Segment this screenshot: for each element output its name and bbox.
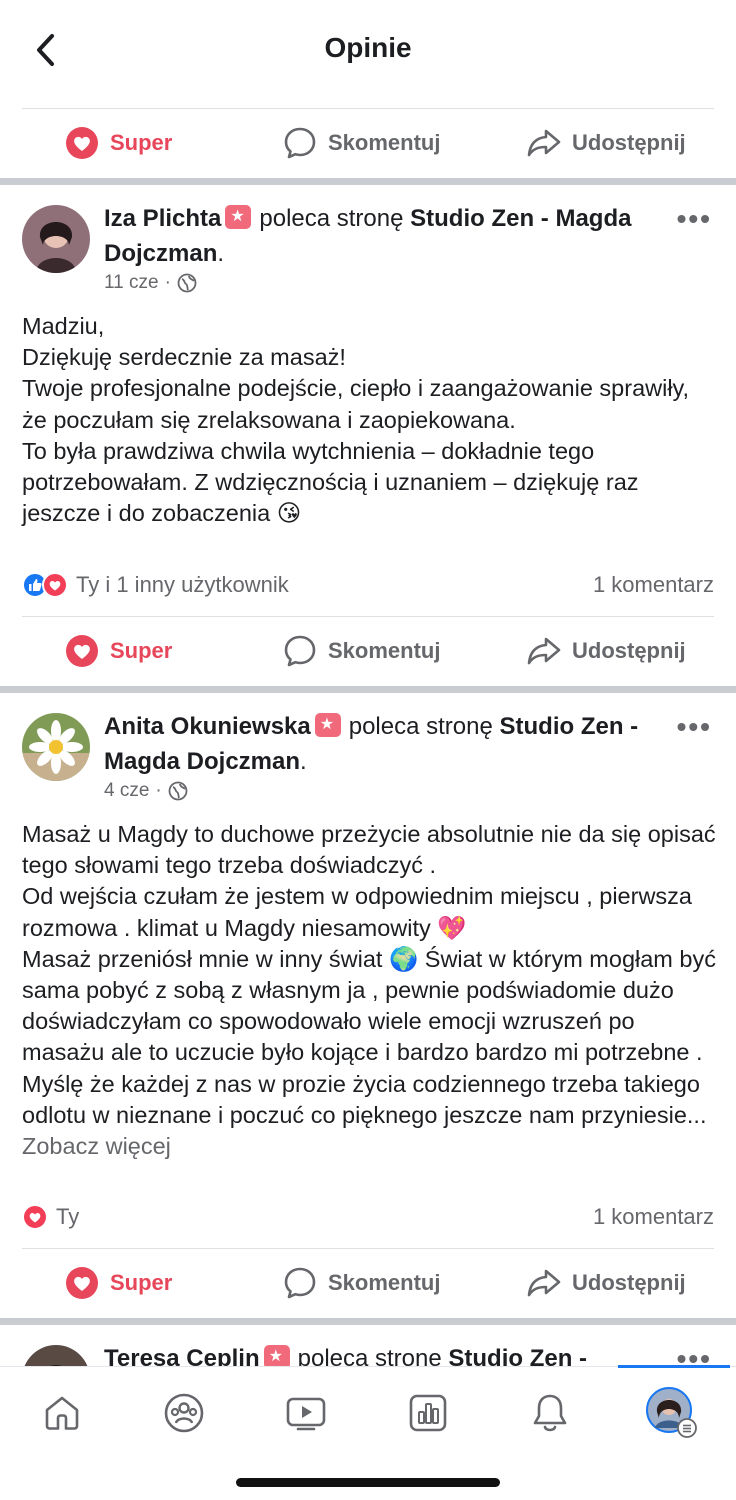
dashboard-icon [409, 1394, 447, 1432]
more-options-icon[interactable]: ••• [677, 1343, 712, 1366]
comments-count[interactable]: 1 komentarz [593, 572, 714, 598]
home-indicator [236, 1478, 500, 1487]
tab-video[interactable] [276, 1385, 336, 1441]
heart-icon [64, 1265, 100, 1301]
comment-label: Skomentuj [328, 638, 441, 663]
review-text: Madziu, Dziękuję serdecznie za masaż! Tw… [22, 313, 690, 527]
reactions-row: Ty i 1 inny użytkownik 1 komentarz [22, 565, 714, 605]
reactions-summary[interactable]: Ty [22, 1204, 79, 1230]
tab-notifications[interactable] [520, 1385, 580, 1441]
groups-icon [164, 1393, 204, 1433]
share-button[interactable]: Udostępnij [526, 616, 686, 686]
tab-home[interactable] [32, 1385, 92, 1441]
period: . [217, 240, 225, 267]
post-date[interactable]: 11 cze [104, 272, 159, 294]
reaction-icons [22, 572, 68, 598]
post-meta: 11 cze · [104, 272, 197, 294]
tab-dashboard[interactable] [398, 1385, 458, 1441]
recommendation-icon [263, 1345, 290, 1366]
super-button[interactable]: Super [64, 616, 172, 686]
more-options-icon[interactable]: ••• [677, 711, 712, 743]
reactions-text: Ty i 1 inny użytkownik [76, 572, 289, 597]
see-more-link[interactable]: Zobacz więcej [22, 1133, 171, 1159]
share-button[interactable]: Udostępnij [526, 108, 686, 178]
share-label: Udostępnij [572, 1270, 686, 1295]
share-label: Udostępnij [572, 638, 686, 663]
post-header: Anita Okuniewskapoleca stronę Studio Zen… [104, 709, 640, 779]
super-label: Super [110, 130, 173, 155]
comment-bubble-icon [282, 125, 318, 161]
recommendation-icon [314, 713, 341, 737]
recommend-verb: poleca stronę [348, 713, 493, 740]
reactions-text: Ty [56, 1204, 80, 1229]
review-post: Teresa Ceplinpoleca strone Studio Zen - … [0, 1325, 736, 1366]
comment-bubble-icon [282, 1265, 318, 1301]
author-name[interactable]: Teresa Ceplin [104, 1345, 260, 1366]
recommend-verb: poleca stronę [259, 205, 404, 232]
super-label: Super [110, 1270, 173, 1295]
super-button[interactable]: Super [64, 108, 172, 178]
post-date[interactable]: 4 cze [104, 780, 149, 802]
avatar[interactable] [22, 713, 90, 781]
bell-icon [533, 1394, 567, 1432]
video-icon [286, 1397, 326, 1431]
comment-bubble-icon [282, 633, 318, 669]
share-arrow-icon [526, 1265, 562, 1301]
tab-groups[interactable] [154, 1385, 214, 1441]
author-name[interactable]: Iza Plichta [104, 205, 221, 232]
post-actions: Super Skomentuj Udostępnij [0, 616, 736, 686]
page-name[interactable]: Studio Zen - [448, 1345, 587, 1366]
active-indicator [618, 1365, 730, 1368]
share-arrow-icon [526, 125, 562, 161]
tab-profile-menu[interactable] [644, 1385, 700, 1441]
page-title: Opinie [324, 32, 412, 63]
post-separator [0, 1318, 736, 1325]
comment-label: Skomentuj [328, 1270, 441, 1295]
home-icon [45, 1396, 79, 1430]
avatar[interactable] [22, 205, 90, 273]
more-options-icon[interactable]: ••• [677, 203, 712, 235]
post-meta: 4 cze · [104, 780, 188, 802]
top-header: Opinie [0, 0, 736, 100]
post-separator [0, 686, 736, 693]
review-text-content: Masaż u Magdy to duchowe przeżycie absol… [22, 821, 716, 1128]
love-reaction-icon [42, 572, 68, 598]
post-header: Iza Plichtapoleca stronę Studio Zen - Ma… [104, 201, 640, 271]
post-actions: Super Skomentuj Udostępnij [0, 1248, 736, 1318]
avatar[interactable] [22, 1345, 90, 1366]
post-actions-previous: Super Skomentuj Udostępnij [0, 108, 736, 178]
globe-icon [168, 781, 188, 801]
reactions-row: Ty 1 komentarz [22, 1197, 714, 1237]
recommendation-icon [225, 205, 252, 229]
super-label: Super [110, 638, 173, 663]
period: . [300, 748, 307, 775]
author-name[interactable]: Anita Okuniewska [104, 713, 311, 740]
share-arrow-icon [526, 633, 562, 669]
recommend-verb: poleca strone [297, 1345, 442, 1366]
heart-icon [64, 633, 100, 669]
reactions-summary[interactable]: Ty i 1 inny użytkownik [22, 572, 289, 598]
profile-avatar [646, 1387, 697, 1438]
heart-icon [64, 125, 100, 161]
super-button[interactable]: Super [64, 1248, 172, 1318]
post-header: Teresa Ceplin poleca strone Studio Zen - [104, 1341, 636, 1366]
comment-button[interactable]: Skomentuj [282, 616, 440, 686]
share-button[interactable]: Udostępnij [526, 1248, 686, 1318]
post-separator [0, 178, 736, 185]
share-label: Udostępnij [572, 130, 686, 155]
globe-icon [177, 273, 197, 293]
comments-count[interactable]: 1 komentarz [593, 1204, 714, 1230]
review-text: Masaż u Magdy to duchowe przeżycie absol… [22, 819, 716, 1162]
comment-button[interactable]: Skomentuj [282, 108, 440, 178]
love-reaction-icon [22, 1204, 48, 1230]
reaction-icons [22, 1204, 48, 1230]
comment-label: Skomentuj [328, 130, 441, 155]
comment-button[interactable]: Skomentuj [282, 1248, 440, 1318]
